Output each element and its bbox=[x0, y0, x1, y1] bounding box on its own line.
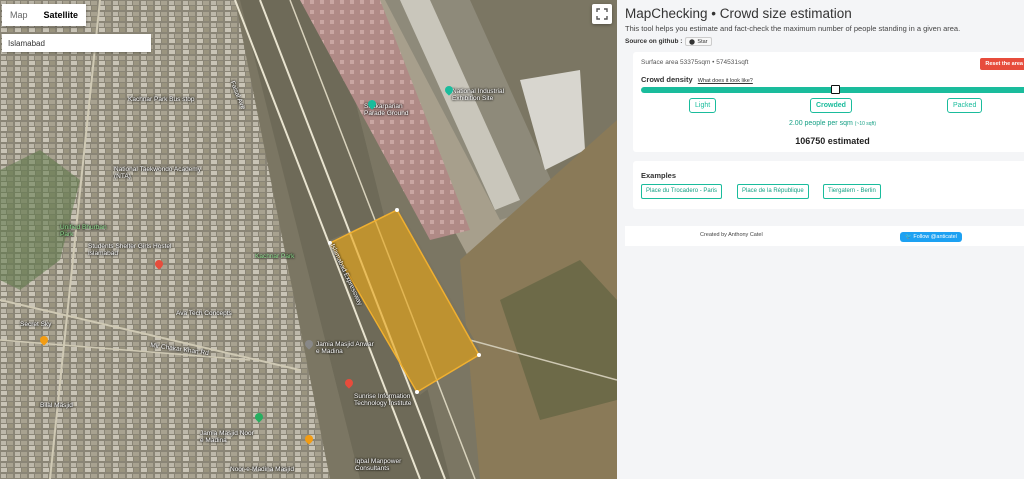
follow-label: Follow @anticatel bbox=[913, 234, 957, 240]
twitter-follow-button[interactable]: 🐦 Follow @anticatel bbox=[900, 232, 962, 242]
created-by: Created by Anthony Catel bbox=[700, 232, 763, 238]
polygon-vertex[interactable] bbox=[477, 353, 481, 357]
light-button[interactable]: Light bbox=[689, 98, 717, 113]
map-label: Sunrise Information Technology Institute bbox=[354, 393, 412, 408]
map-label: Secret Sky bbox=[20, 321, 52, 328]
map-label: Ava Tech Concepts bbox=[176, 310, 232, 317]
per-sqft-value: (~10 sqft) bbox=[854, 121, 877, 127]
example-button[interactable]: Place du Trocadero - Paris bbox=[641, 184, 723, 199]
reset-area-button[interactable]: Reset the area bbox=[980, 58, 1024, 70]
map-label: National Industrial Exhibition Site bbox=[452, 88, 505, 103]
example-button[interactable]: Place de la République bbox=[737, 184, 809, 199]
star-label: Star bbox=[697, 38, 708, 45]
footer: Created by Anthony Catel 🐦 Follow @antic… bbox=[625, 226, 1024, 246]
map-tab[interactable]: Map bbox=[2, 4, 36, 26]
area-polygon[interactable] bbox=[0, 0, 617, 479]
people-per-sqm: 2.00 people per sqm (~10 sqft) bbox=[633, 120, 1024, 127]
density-help-link[interactable]: What does it look like? bbox=[698, 78, 753, 84]
side-panel: MapChecking • Crowd size estimation This… bbox=[617, 0, 1024, 479]
app-title: MapChecking • Crowd size estimation bbox=[625, 6, 852, 21]
estimation-card: Surface area 53375sqm • 574531sqft Reset… bbox=[633, 52, 1024, 152]
estimate-total: 106750 estimated bbox=[795, 136, 870, 146]
example-button[interactable]: Tiergatern - Berlin bbox=[823, 184, 881, 199]
twitter-icon: 🐦 bbox=[905, 234, 912, 240]
location-search-input[interactable] bbox=[2, 34, 151, 52]
packed-button[interactable]: Packed bbox=[947, 98, 983, 113]
density-slider-handle[interactable] bbox=[830, 85, 840, 94]
map-label: National Taekwondo Academy (NTA) bbox=[114, 166, 201, 181]
polygon-vertex[interactable] bbox=[395, 208, 399, 212]
map-label: Jamia Masjid Noor e Madina bbox=[200, 430, 254, 445]
fullscreen-button[interactable] bbox=[592, 4, 612, 24]
satellite-tab[interactable]: Satellite bbox=[36, 4, 87, 26]
map-type-control: Map Satellite bbox=[2, 4, 87, 26]
map-label: Jamia Masjid Anwar e Madina bbox=[316, 341, 374, 356]
map-label: Unified Bhurban Park bbox=[60, 224, 107, 239]
map-label: Students Shelter Girls Hostel Islamabad bbox=[88, 243, 172, 258]
github-icon bbox=[689, 38, 696, 45]
density-label: Crowd density bbox=[641, 75, 693, 84]
map-label: Kachnar Park bbox=[255, 253, 295, 260]
crowded-button[interactable]: Crowded bbox=[810, 98, 852, 113]
map-label: Iqbal Manpower Consultants bbox=[355, 458, 402, 473]
surface-area: Surface area 53375sqm • 574531sqft bbox=[641, 59, 749, 66]
app-subtitle: This tool helps you estimate and fact-ch… bbox=[625, 24, 961, 33]
map-label: Noor-e-Madina Masjid bbox=[230, 466, 294, 473]
density-slider[interactable] bbox=[641, 85, 1024, 94]
examples-card: Examples Place du Trocadero - Paris Plac… bbox=[633, 161, 1024, 209]
map-label: Bilal Masjid bbox=[40, 402, 73, 409]
source-label: Source on github : bbox=[625, 38, 683, 45]
github-star-button[interactable]: Star bbox=[685, 37, 712, 46]
map-label: Kachnar Park Bus stop bbox=[128, 96, 195, 103]
per-sqm-value: 2.00 people per sqm bbox=[788, 120, 853, 127]
fullscreen-icon bbox=[596, 8, 608, 20]
examples-title: Examples bbox=[641, 171, 677, 180]
satellite-map[interactable]: Kachnar Park Bus stop National Taekwondo… bbox=[0, 0, 617, 479]
